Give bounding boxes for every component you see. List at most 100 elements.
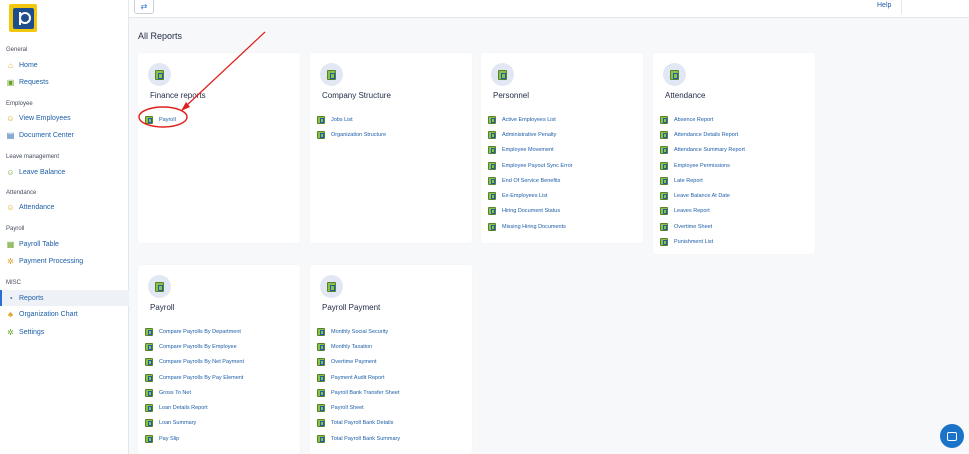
sidebar-item-organization-chart[interactable]: ♣ Organization Chart xyxy=(6,308,126,321)
report-icon xyxy=(317,404,325,413)
report-link[interactable]: Gross To Net xyxy=(145,385,244,400)
sidebar-item-view-employees[interactable]: ☺ View Employees xyxy=(6,112,126,125)
sidebar-item-payroll-table[interactable]: ▦ Payroll Table xyxy=(6,238,126,251)
report-link-label: Employee Movement xyxy=(502,147,554,154)
sidebar-item-requests[interactable]: ▣ Requests xyxy=(6,76,126,89)
report-link[interactable]: Employee Movement xyxy=(488,143,573,158)
report-icon xyxy=(145,342,153,351)
report-link[interactable]: Total Payroll Bank Summary xyxy=(317,431,400,446)
sidebar-item-label: Payroll Table xyxy=(19,241,59,248)
person-leave-icon: ☺ xyxy=(6,168,15,177)
report-link[interactable]: Hiring Document Status xyxy=(488,204,573,219)
sidebar-item-settings[interactable]: ✲ Settings xyxy=(6,326,126,339)
report-icon xyxy=(145,358,153,367)
sidebar-item-label: Requests xyxy=(19,79,49,86)
report-icon: ◔ xyxy=(8,293,13,303)
report-link[interactable]: Loan Summary xyxy=(145,416,244,431)
chat-button[interactable] xyxy=(940,424,964,448)
report-link[interactable]: Administrative Penalty xyxy=(488,127,573,142)
card-title: Payroll Payment xyxy=(322,303,381,312)
report-list: Jobs List Organization Structure xyxy=(317,112,386,143)
report-link[interactable]: Compare Payrolls By Employee xyxy=(145,339,244,354)
report-icon xyxy=(660,146,668,155)
report-link[interactable]: Absence Report xyxy=(660,112,745,127)
report-link[interactable]: Payroll Bank Transfer Sheet xyxy=(317,385,400,400)
report-link[interactable]: End Of Service Benefits xyxy=(488,173,573,188)
sidebar: General ⌂ Home ▣ Requests Employee ☺ Vie… xyxy=(0,0,129,454)
report-card: Company Structure Jobs List Organization S… xyxy=(310,53,472,243)
report-link[interactable]: Leaves Report xyxy=(660,204,745,219)
sidebar-item-payment-processing[interactable]: ✲ Payment Processing xyxy=(6,255,126,268)
report-link[interactable]: Compare Payrolls By Net Payment xyxy=(145,355,244,370)
report-card: Finance reports Payroll xyxy=(138,53,300,243)
report-category-icon xyxy=(148,275,171,298)
sync-arrows-icon[interactable]: ⇄ xyxy=(134,0,154,14)
report-link[interactable]: Payroll xyxy=(145,112,176,127)
report-link[interactable]: Total Payroll Bank Details xyxy=(317,416,400,431)
report-link[interactable]: Active Employees List xyxy=(488,112,573,127)
sidebar-section-leave: Leave management xyxy=(6,154,60,160)
report-link[interactable]: Jobs List xyxy=(317,112,386,127)
report-icon xyxy=(660,207,668,216)
report-card: Personnel Active Employees List Administra… xyxy=(481,53,643,243)
report-link[interactable]: Late Report xyxy=(660,173,745,188)
report-link[interactable]: Attendance Details Report xyxy=(660,127,745,142)
org-chart-icon: ♣ xyxy=(7,310,14,319)
sidebar-item-reports[interactable]: ◔ Reports xyxy=(0,290,129,306)
card-title: Personnel xyxy=(493,91,530,100)
report-link[interactable]: Monthly Social Security xyxy=(317,324,400,339)
report-link-label: Payroll xyxy=(159,116,176,123)
report-link-label: Punishment List xyxy=(674,239,714,246)
report-link-label: Overtime Payment xyxy=(331,359,377,366)
app-logo[interactable] xyxy=(9,4,37,32)
report-link[interactable]: Employee Permissions xyxy=(660,158,745,173)
report-category-icon xyxy=(320,275,343,298)
sidebar-item-home[interactable]: ⌂ Home xyxy=(6,59,126,72)
report-link[interactable]: Overtime Payment xyxy=(317,355,400,370)
report-icon xyxy=(488,192,496,201)
report-icon xyxy=(317,388,325,397)
sidebar-item-label: Organization Chart xyxy=(19,311,78,318)
report-category-icon xyxy=(663,63,686,86)
report-link[interactable]: Overtime Sheet xyxy=(660,219,745,234)
report-category-icon xyxy=(491,63,514,86)
report-icon xyxy=(488,130,496,139)
report-link-label: Leave Balance At Date xyxy=(674,193,730,200)
report-icon xyxy=(488,207,496,216)
report-link[interactable]: Employee Payout Sync Error xyxy=(488,158,573,173)
report-link[interactable]: Compare Payrolls By Department xyxy=(145,324,244,339)
report-link[interactable]: Payment Audit Report xyxy=(317,370,400,385)
report-link-label: End Of Service Benefits xyxy=(502,177,561,184)
card-title: Finance reports xyxy=(150,91,206,100)
report-link[interactable]: Organization Structure xyxy=(317,127,386,142)
report-link[interactable]: Leave Balance At Date xyxy=(660,188,745,203)
sidebar-item-leave-balance[interactable]: ☺ Leave Balance xyxy=(6,166,126,179)
divider xyxy=(901,0,902,14)
report-link-label: Employee Permissions xyxy=(674,162,730,169)
report-link-label: Absence Report xyxy=(674,116,714,123)
report-link[interactable]: Punishment List xyxy=(660,234,745,249)
report-link-label: Payment Audit Report xyxy=(331,374,385,381)
report-link[interactable]: Loan Details Report xyxy=(145,400,244,415)
sidebar-item-attendance[interactable]: ☺ Attendance xyxy=(6,201,126,214)
sidebar-item-document-center[interactable]: ▤ Document Center xyxy=(6,129,126,142)
report-link[interactable]: Pay Slip xyxy=(145,431,244,446)
report-card: Attendance Absence Report Attendance Detai… xyxy=(653,53,815,254)
card-title: Company Structure xyxy=(322,91,391,100)
report-link[interactable]: Payroll Sheet xyxy=(317,400,400,415)
sidebar-section-employee: Employee xyxy=(6,101,33,107)
report-link-label: Missing Hiring Documents xyxy=(502,223,566,230)
report-link[interactable]: Compare Payrolls By Pay Element xyxy=(145,370,244,385)
report-link[interactable]: Missing Hiring Documents xyxy=(488,219,573,234)
document-icon: ▤ xyxy=(6,131,15,140)
report-link[interactable]: Monthly Taxation xyxy=(317,339,400,354)
sidebar-section-payroll: Payroll xyxy=(6,226,25,232)
report-link[interactable]: Attendance Summary Report xyxy=(660,143,745,158)
sidebar-item-label: Attendance xyxy=(19,204,55,211)
help-link[interactable]: Help xyxy=(877,2,891,9)
report-link[interactable]: Ex-Employees List xyxy=(488,188,573,203)
report-icon xyxy=(660,130,668,139)
report-icon xyxy=(660,176,668,185)
report-icon xyxy=(145,373,153,382)
report-icon xyxy=(488,161,496,170)
